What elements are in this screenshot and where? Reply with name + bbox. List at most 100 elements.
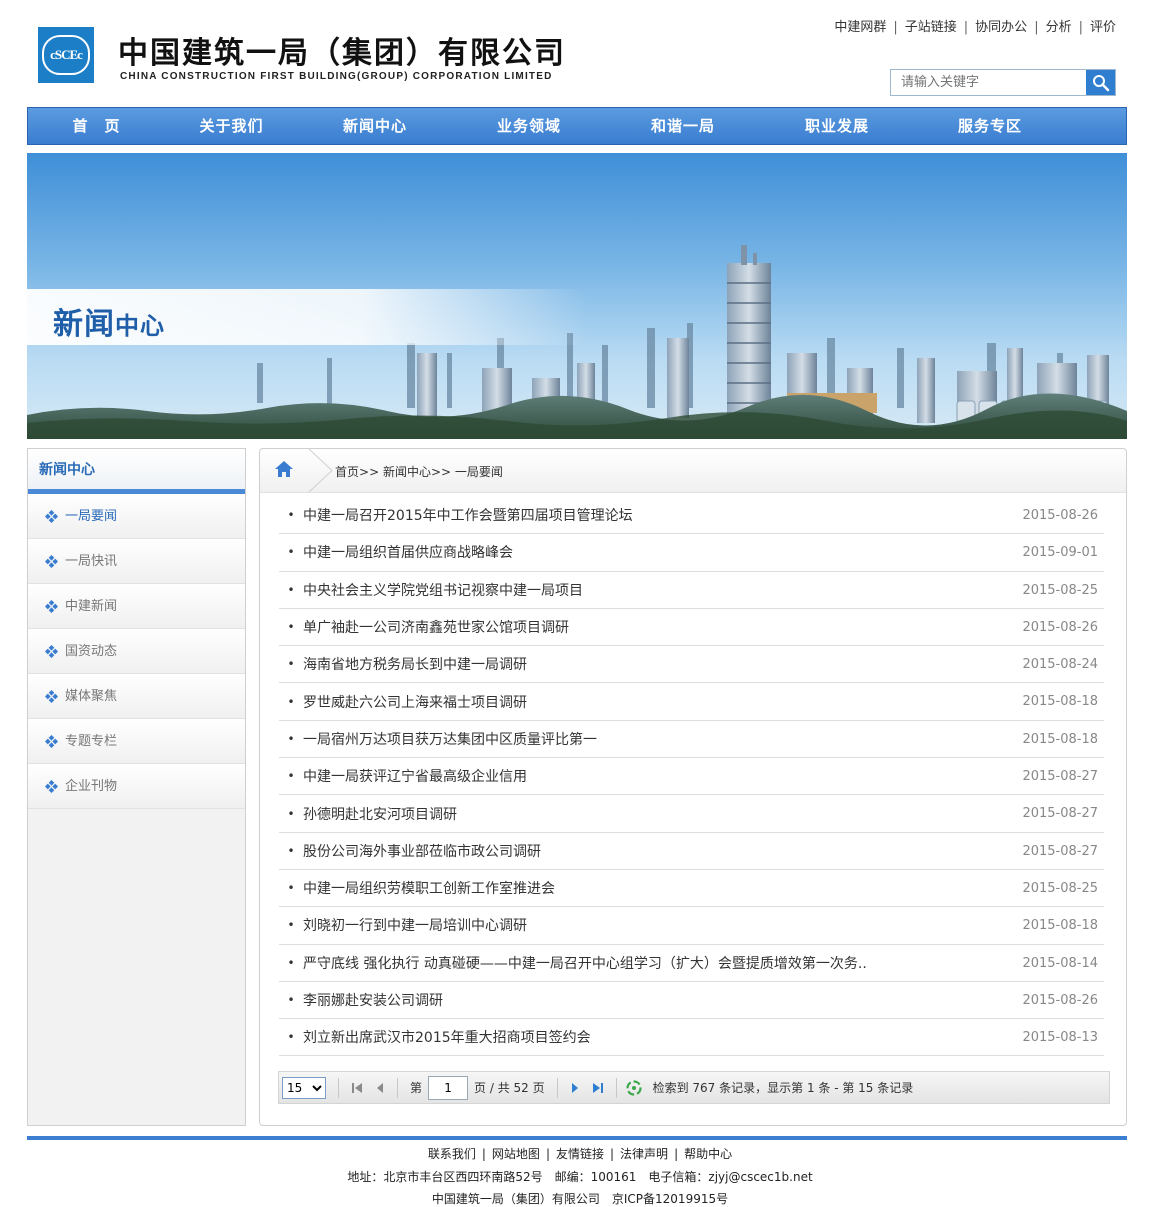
nav-business[interactable]: 业务领域 [452, 108, 606, 144]
company-name-en: CHINA CONSTRUCTION FIRST BUILDING(GROUP)… [120, 71, 553, 82]
news-title-link[interactable]: 中建一局获评辽宁省最高级企业信用 [303, 766, 527, 786]
sidebar-item-label: 一局快讯 [65, 553, 118, 569]
search-icon [1092, 74, 1109, 91]
nav-service[interactable]: 服务专区 [914, 108, 1066, 144]
bullet-dot-icon: • [287, 731, 295, 746]
search-box [890, 69, 1116, 96]
sidebar-item[interactable]: 中建新闻 [28, 584, 245, 629]
sidebar-item-label: 企业刊物 [65, 778, 118, 794]
sidebar-item-label: 中建新闻 [65, 598, 118, 614]
news-list: • 中建一局召开2015年中工作会暨第四届项目管理论坛 2015-08-26 • 中建一… [279, 497, 1104, 1057]
refresh-icon [625, 1079, 642, 1096]
news-panel: 首页>> 新闻中心>> 一局要闻 • 中建一局召开2015年中工作会暨第四届项目管… [259, 448, 1127, 1126]
top-links: 中建网群 | 子站链接 | 协同办公 | 分析 | 评价 [834, 20, 1116, 35]
news-title-link[interactable]: 海南省地方税务局长到中建一局调研 [303, 654, 527, 674]
bullet-dot-icon: • [287, 657, 295, 672]
page-size-select[interactable]: 15 [282, 1076, 326, 1099]
breadcrumb-home[interactable]: 首页 [335, 465, 359, 479]
footer-link-legal[interactable]: 法律声明 [620, 1147, 668, 1161]
prev-page-icon [377, 1082, 383, 1093]
bullet-dot-icon: • [287, 545, 295, 560]
refresh-button[interactable] [625, 1079, 643, 1097]
nav-harmony[interactable]: 和谐一局 [606, 108, 760, 144]
news-date: 2015-08-18 [1022, 694, 1098, 710]
company-name-cn: 中国建筑一局（集团）有限公司 [118, 36, 566, 71]
news-title-link[interactable]: 罗世威赴六公司上海来福士项目调研 [303, 692, 527, 712]
footer-link-help[interactable]: 帮助中心 [684, 1147, 732, 1161]
news-row: • 罗世威赴六公司上海来福士项目调研 2015-08-18 [279, 683, 1104, 721]
nav-home[interactable]: 首 页 [28, 108, 165, 144]
news-title-link[interactable]: 单广袖赴一公司济南鑫苑世家公馆项目调研 [303, 617, 569, 637]
sidebar-item-label: 媒体聚焦 [65, 688, 118, 704]
next-page-button[interactable] [570, 1081, 580, 1095]
top-link-analysis[interactable]: 分析 [1046, 20, 1072, 35]
breadcrumb: 首页>> 新闻中心>> 一局要闻 [335, 463, 503, 480]
nav-news[interactable]: 新闻中心 [298, 108, 452, 144]
page-prefix: 第 [410, 1081, 423, 1095]
breadcrumb-sep: >> [430, 465, 452, 479]
diamond-bullet-icon [45, 510, 59, 524]
breadcrumb-current: 一局要闻 [454, 465, 503, 479]
news-title-link[interactable]: 刘晓初一行到中建一局培训中心调研 [303, 915, 527, 935]
search-input[interactable] [891, 70, 1091, 95]
sidebar-item[interactable]: 企业刊物 [28, 764, 245, 809]
last-page-icon [592, 1082, 603, 1093]
search-button[interactable] [1086, 70, 1115, 95]
home-icon[interactable] [274, 460, 294, 478]
sidebar-item[interactable]: 国资动态 [28, 629, 245, 674]
sidebar-item[interactable]: 一局要闻 [28, 494, 245, 539]
news-row: • 海南省地方税务局长到中建一局调研 2015-08-24 [279, 646, 1104, 684]
diamond-bullet-icon [45, 780, 59, 794]
news-title-link[interactable]: 刘立新出席武汉市2015年重大招商项目签约会 [303, 1027, 591, 1047]
news-title-link[interactable]: 孙德明赴北安河项目调研 [303, 804, 457, 824]
pager-divider [615, 1077, 617, 1098]
news-date: 2015-08-26 [1022, 992, 1098, 1008]
banner-image: 新闻中心 [27, 153, 1127, 439]
footer-divider [27, 1136, 1127, 1140]
nav-career[interactable]: 职业发展 [760, 108, 914, 144]
news-title-link[interactable]: 李丽娜赴安装公司调研 [303, 990, 443, 1010]
news-title-link[interactable]: 一局宿州万达项目获万达集团中区质量评比第一 [303, 729, 597, 749]
news-title-link[interactable]: 中建一局组织劳模职工创新工作室推进会 [303, 878, 555, 898]
news-title-link[interactable]: 严守底线 强化执行 动真碰硬——中建一局召开中心组学习（扩大）会暨提质增效第一次… [303, 953, 867, 973]
page-number-input[interactable] [428, 1075, 469, 1100]
nav-about[interactable]: 关于我们 [165, 108, 298, 144]
bullet-dot-icon: • [287, 769, 295, 784]
news-row: • 中建一局获评辽宁省最高级企业信用 2015-08-27 [279, 758, 1104, 796]
pager-divider [556, 1077, 558, 1098]
news-title-link[interactable]: 中建一局组织首届供应商战略峰会 [303, 542, 513, 562]
footer-address: 地址：北京市丰台区西四环南路52号 邮编：100161 电子信箱：zjyj@cs… [347, 1170, 813, 1184]
prev-page-button[interactable] [375, 1081, 385, 1095]
top-link-cscec-network[interactable]: 中建网群 [834, 20, 886, 35]
news-row: • 一局宿州万达项目获万达集团中区质量评比第一 2015-08-18 [279, 721, 1104, 759]
company-logo[interactable]: cSCEc [38, 27, 94, 83]
sidebar-item[interactable]: 一局快讯 [28, 539, 245, 584]
news-date: 2015-08-24 [1022, 657, 1098, 673]
footer-link-sitemap[interactable]: 网站地图 [492, 1147, 540, 1161]
last-page-button[interactable] [592, 1081, 604, 1095]
breadcrumb-arrow [308, 449, 333, 492]
sidebar-item[interactable]: 媒体聚焦 [28, 674, 245, 719]
top-link-subsites[interactable]: 子站链接 [905, 20, 957, 35]
breadcrumb-section[interactable]: 新闻中心 [383, 465, 431, 479]
news-title-link[interactable]: 中央社会主义学院党组书记视察中建一局项目 [303, 580, 583, 600]
footer-link-friends[interactable]: 友情链接 [556, 1147, 604, 1161]
news-title-link[interactable]: 中建一局召开2015年中工作会暨第四届项目管理论坛 [303, 505, 633, 525]
bullet-dot-icon: • [287, 508, 295, 523]
top-link-evaluation[interactable]: 评价 [1090, 20, 1116, 35]
sidebar-item[interactable]: 专题专栏 [28, 719, 245, 764]
news-date: 2015-08-27 [1022, 769, 1098, 785]
pagination-bar: 15 第 页 / 共 52 页 检索到 767 条记录，显示第 1 条 - 第 … [278, 1071, 1110, 1104]
top-link-office[interactable]: 协同办公 [975, 20, 1027, 35]
bullet-dot-icon: • [287, 993, 295, 1007]
banner-title-small: 中心 [115, 312, 165, 340]
news-date: 2015-08-13 [1022, 1030, 1098, 1046]
bullet-dot-icon: • [287, 806, 295, 821]
next-page-icon [571, 1082, 578, 1093]
news-title-link[interactable]: 股份公司海外事业部莅临市政公司调研 [303, 841, 541, 861]
bullet-dot-icon: • [287, 881, 295, 896]
footer-link-contact[interactable]: 联系我们 [428, 1147, 476, 1161]
news-date: 2015-08-25 [1022, 582, 1098, 598]
first-page-button[interactable] [351, 1081, 363, 1095]
news-row: • 严守底线 强化执行 动真碰硬——中建一局召开中心组学习（扩大）会暨提质增效第一… [279, 945, 1104, 982]
